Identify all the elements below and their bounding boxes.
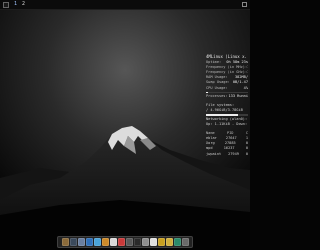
text-editor-icon[interactable] xyxy=(77,238,85,246)
terminal-icon[interactable] xyxy=(69,238,77,246)
workspace-2[interactable]: 2 xyxy=(22,0,25,9)
cpu-label: CPU Usage: xyxy=(206,85,228,90)
trash-icon[interactable] xyxy=(181,238,189,246)
workspace-1[interactable]: 1 xyxy=(14,0,17,9)
process-row: jwpaint 27949 0 xyxy=(206,152,248,157)
processes-value: 133 Runni xyxy=(228,94,248,99)
window-icon[interactable] xyxy=(242,2,247,7)
filesystem-bar xyxy=(206,114,248,116)
chat-icon[interactable] xyxy=(125,238,133,246)
application-dock xyxy=(57,236,193,248)
system-tray xyxy=(242,2,247,7)
filesystem-fill xyxy=(206,114,238,116)
conky-monitor: 4MLinux (Linux x. 4.1 Uptime: 0h 58m 23s… xyxy=(206,54,248,157)
music-icon[interactable] xyxy=(165,238,173,246)
processes-row: Processes: 133 Runni xyxy=(206,94,248,99)
networking-value: Up: 1.11KiB - Down: 2 xyxy=(206,122,248,127)
paint-icon[interactable] xyxy=(133,238,141,246)
archive-icon[interactable] xyxy=(157,238,165,246)
window-list-button[interactable] xyxy=(3,1,9,8)
video-icon[interactable] xyxy=(117,238,125,246)
process-name: jwpaint xyxy=(206,151,222,156)
conky-header: 4MLinux (Linux x. 4.1 xyxy=(206,54,248,59)
cpu-usage-bar xyxy=(206,91,248,94)
media-player-icon[interactable] xyxy=(101,238,109,246)
cpu-row: CPU Usage: 4% xyxy=(206,86,248,91)
file-manager-icon[interactable] xyxy=(61,238,69,246)
top-panel: 1 2 xyxy=(0,0,250,10)
processes-label: Processes: xyxy=(206,94,228,99)
game-icon[interactable] xyxy=(149,238,157,246)
cpu-value: 4% xyxy=(243,85,248,90)
process-pid: 27949 xyxy=(228,151,239,156)
calculator-icon[interactable] xyxy=(85,238,93,246)
office-icon[interactable] xyxy=(173,238,181,246)
image-viewer-icon[interactable] xyxy=(93,238,101,246)
process-cpu: 0 xyxy=(245,151,248,156)
filesystem-value: / 4.96GiB/3.78GiB xyxy=(206,108,243,113)
cpu-usage-fill xyxy=(206,91,208,94)
firefox-icon[interactable] xyxy=(109,238,117,246)
settings-icon[interactable] xyxy=(141,238,149,246)
